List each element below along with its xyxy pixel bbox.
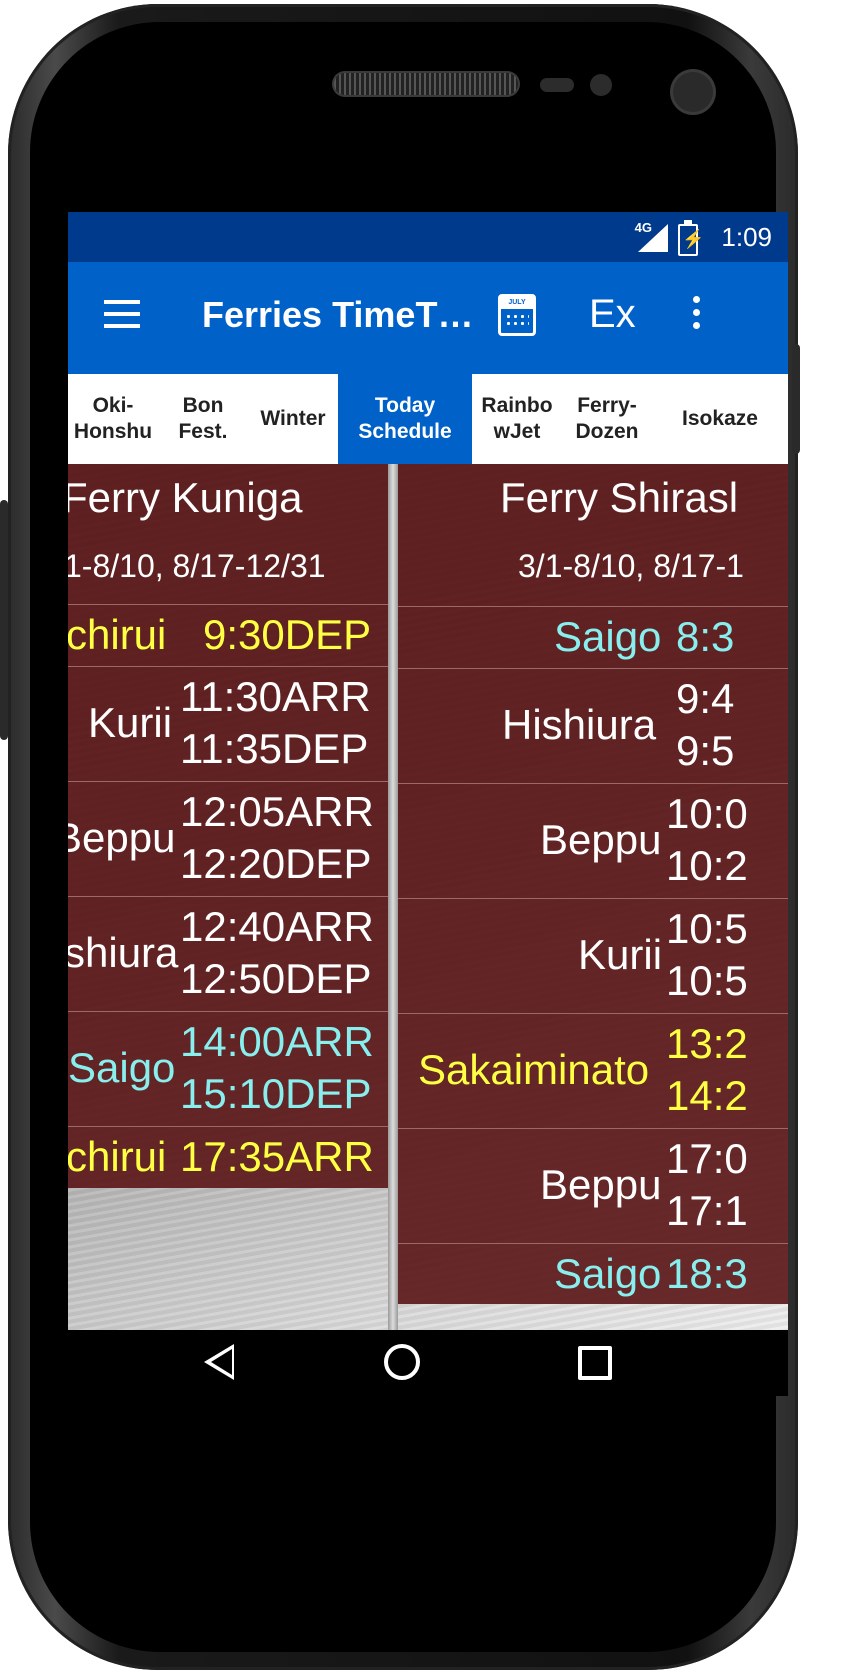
home-icon[interactable]	[384, 1344, 420, 1380]
arrival-time: 18:3	[666, 1250, 748, 1297]
arrival-time: 12:40ARR	[180, 903, 374, 950]
power-button	[792, 344, 800, 454]
arrival-time: 13:2	[666, 1020, 748, 1067]
recent-apps-icon[interactable]	[578, 1346, 612, 1380]
column-header: Ferry Kuniga 1-8/10, 8/17-12/31	[68, 464, 388, 605]
departure-time: 12:50DEP	[180, 955, 372, 1002]
front-camera	[673, 72, 713, 112]
list-item: shiura 12:40ARR 12:50DEP	[68, 897, 388, 1012]
departure-time: 10:2	[666, 842, 748, 889]
back-icon[interactable]	[204, 1344, 234, 1380]
departure-time: 17:1	[666, 1187, 748, 1234]
list-item: chirui 9:30DEP	[68, 605, 388, 667]
list-item: chirui 17:35ARR	[68, 1127, 388, 1188]
tab-isokaze[interactable]: Isokaze	[652, 374, 788, 464]
navigation-bar	[68, 1330, 788, 1396]
status-bar: 4G ⚡ 1:09	[68, 212, 788, 262]
arrival-time: 10:0	[666, 790, 748, 837]
arrival-time: 11:30ARR	[180, 673, 371, 720]
tab-rainbow-jet[interactable]: Rainbo wJet	[472, 374, 562, 464]
port-name: shiura	[68, 929, 179, 976]
port-name: Beppu	[540, 816, 662, 863]
list-item: Beppu 12:05ARR 12:20DEP	[68, 782, 388, 897]
tab-winter[interactable]: Winter	[248, 374, 338, 464]
ferry-shirashima-column: Ferry Shirasl 3/1-8/10, 8/17-1 Saigo 8:3…	[398, 464, 788, 1304]
list-item: Saigo 14:00ARR 15:10DEP	[68, 1012, 388, 1127]
port-name: Beppu	[540, 1161, 662, 1208]
signal-icon	[638, 224, 668, 252]
screen: 4G ⚡ 1:09 Ferries TimeT… JULY Ex Oki- Ho…	[68, 212, 788, 1396]
port-name: Kurii	[578, 931, 663, 978]
volume-button	[0, 500, 8, 740]
service-dates: 1-8/10, 8/17-12/31	[68, 548, 326, 584]
arrival-time: 14:00ARR	[180, 1018, 374, 1065]
list-item: Saigo 8:3	[398, 607, 788, 669]
column-header: Ferry Shirasl 3/1-8/10, 8/17-1	[398, 464, 788, 607]
arrival-time: 10:5	[666, 905, 748, 952]
arrival-time: 17:0	[666, 1135, 748, 1182]
port-name: Hishiura	[502, 701, 657, 748]
ferry-kuniga-column: Ferry Kuniga 1-8/10, 8/17-12/31 chirui 9…	[68, 464, 388, 1188]
ex-button[interactable]: Ex	[589, 292, 636, 337]
light-sensor	[590, 74, 612, 96]
tab-ferry-dozen[interactable]: Ferry- Dozen	[562, 374, 652, 464]
departure-time: 15:10DEP	[180, 1070, 372, 1117]
calendar-icon[interactable]: JULY	[498, 294, 536, 336]
departure-time: 14:2	[666, 1072, 748, 1119]
ferry-name: Ferry Shirasl	[500, 474, 739, 521]
arrival-time: 12:05ARR	[180, 788, 374, 835]
more-options-icon[interactable]	[692, 296, 702, 336]
earpiece-speaker	[334, 73, 518, 95]
tab-bar: Oki- Honshu Bon Fest. Winter Today Sched…	[68, 374, 788, 464]
tab-oki-honshu[interactable]: Oki- Honshu	[68, 374, 158, 464]
arrival-time: 17:35ARR	[180, 1133, 374, 1180]
tab-today-schedule[interactable]: Today Schedule	[338, 374, 472, 464]
app-title: Ferries TimeT…	[202, 294, 474, 335]
app-bar: Ferries TimeT… JULY Ex	[68, 262, 788, 374]
port-name: Sakaiminato	[418, 1046, 650, 1093]
port-name: Saigo	[68, 1044, 176, 1091]
schedule-content[interactable]: Ferry Kuniga 1-8/10, 8/17-12/31 chirui 9…	[68, 464, 788, 1330]
port-name: chirui	[68, 611, 167, 658]
column-divider	[388, 464, 398, 1330]
status-time: 1:09	[721, 222, 772, 252]
list-item: Kurii 10:5 10:5	[398, 899, 788, 1014]
departure-time: 10:5	[666, 957, 748, 1004]
ferry-name: Ferry Kuniga	[68, 474, 303, 521]
list-item: Beppu 17:0 17:1	[398, 1129, 788, 1244]
port-name: Beppu	[68, 814, 176, 861]
time-entry: 8:3	[676, 613, 735, 660]
list-item: Kurii 11:30ARR 11:35DEP	[68, 667, 388, 782]
proximity-sensor	[540, 78, 574, 92]
port-name: Saigo	[554, 613, 662, 660]
port-name: Kurii	[88, 699, 173, 746]
service-dates: 3/1-8/10, 8/17-1	[518, 548, 744, 584]
list-item: Sakaiminato 13:2 14:2	[398, 1014, 788, 1129]
battery-icon: ⚡	[678, 220, 704, 256]
departure-time: 12:20DEP	[180, 840, 372, 887]
tab-bon-fest[interactable]: Bon Fest.	[158, 374, 248, 464]
time-entry: 9:30DEP	[203, 611, 372, 658]
port-name: Saigo	[554, 1250, 662, 1297]
departure-time: 11:35DEP	[180, 725, 369, 772]
menu-icon[interactable]	[104, 300, 140, 330]
arrival-time: 9:4	[676, 675, 735, 722]
list-item: Hishiura 9:4 9:5	[398, 669, 788, 784]
calendar-month: JULY	[501, 297, 533, 309]
list-item: Beppu 10:0 10:2	[398, 784, 788, 899]
port-name: chirui	[68, 1133, 167, 1180]
list-item: Saigo 18:3	[398, 1244, 788, 1304]
departure-time: 9:5	[676, 727, 735, 774]
